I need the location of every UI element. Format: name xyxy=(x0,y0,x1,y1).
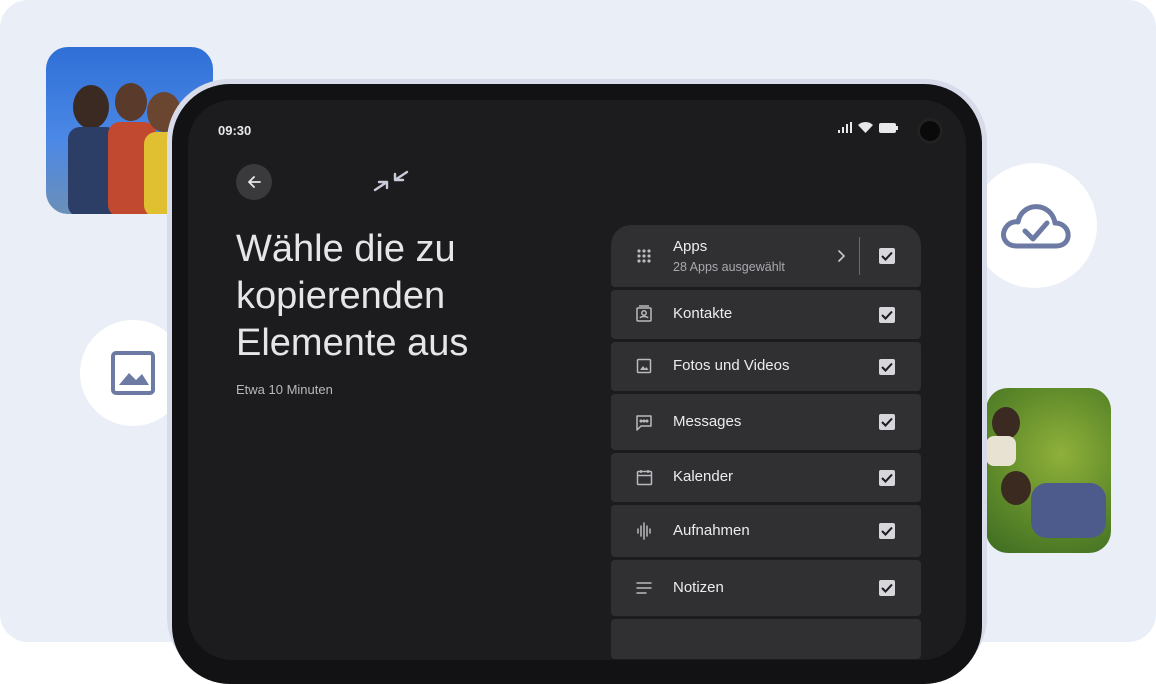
check-icon xyxy=(881,362,893,372)
front-camera xyxy=(917,118,943,144)
check-icon xyxy=(881,251,893,261)
check-icon xyxy=(881,473,893,483)
battery-icon xyxy=(879,122,898,133)
check-icon xyxy=(881,526,893,536)
collapse-arrows-icon xyxy=(371,166,411,201)
waveform-icon xyxy=(633,520,655,542)
checkbox[interactable] xyxy=(879,307,895,323)
list-item-fotos[interactable]: Fotos und Videos xyxy=(611,342,921,391)
list-item-label: Kontakte xyxy=(673,305,733,322)
check-icon xyxy=(881,583,893,593)
calendar-icon xyxy=(633,466,655,488)
apps-grid-icon xyxy=(633,245,655,267)
duration-estimate: Etwa 10 Minuten xyxy=(236,382,333,397)
wifi-icon xyxy=(858,122,873,133)
check-icon xyxy=(881,310,893,320)
notes-icon xyxy=(633,577,655,599)
list-item-kalender[interactable]: Kalender xyxy=(611,453,921,502)
signal-icon xyxy=(838,122,852,133)
list-item-aufnahmen[interactable]: Aufnahmen xyxy=(611,505,921,557)
status-icons xyxy=(838,122,898,133)
checkbox[interactable] xyxy=(879,248,895,264)
list-item-label: Apps xyxy=(673,238,708,255)
chevron-right-icon[interactable] xyxy=(837,250,845,262)
arrow-back-icon xyxy=(248,176,261,188)
checkbox[interactable] xyxy=(879,470,895,486)
list-item-label: Kalender xyxy=(673,468,734,485)
list-item-label: Aufnahmen xyxy=(673,522,750,539)
image-icon xyxy=(111,351,155,395)
list-item-label: Fotos und Videos xyxy=(673,357,790,374)
row-divider xyxy=(859,237,860,275)
hinge-notch xyxy=(555,86,600,98)
page-title: Wähle die zu kopierenden Elemente aus xyxy=(236,228,469,364)
cloud-check-icon xyxy=(1000,203,1071,248)
list-item-kontakte[interactable]: Kontakte xyxy=(611,290,921,339)
photo-icon xyxy=(633,355,655,377)
list-item-sublabel: 28 Apps ausgewählt xyxy=(673,260,785,274)
checkbox[interactable] xyxy=(879,523,895,539)
list-item-partial[interactable] xyxy=(611,619,921,659)
checkbox[interactable] xyxy=(879,359,895,375)
status-time: 09:30 xyxy=(218,123,252,138)
cloud-badge xyxy=(972,163,1097,288)
list-item-label: Messages xyxy=(673,413,742,430)
check-icon xyxy=(881,417,893,427)
list-item-notizen[interactable]: Notizen xyxy=(611,560,921,616)
checkbox[interactable] xyxy=(879,580,895,596)
grass-photo xyxy=(986,388,1111,553)
list-item-apps[interactable]: Apps 28 Apps ausgewählt xyxy=(611,225,921,287)
list-item-label: Notizen xyxy=(673,579,724,596)
checkbox[interactable] xyxy=(879,414,895,430)
list-item-messages[interactable]: Messages xyxy=(611,394,921,450)
message-icon xyxy=(633,411,655,433)
contacts-icon xyxy=(633,303,655,325)
back-button[interactable] xyxy=(236,164,272,200)
